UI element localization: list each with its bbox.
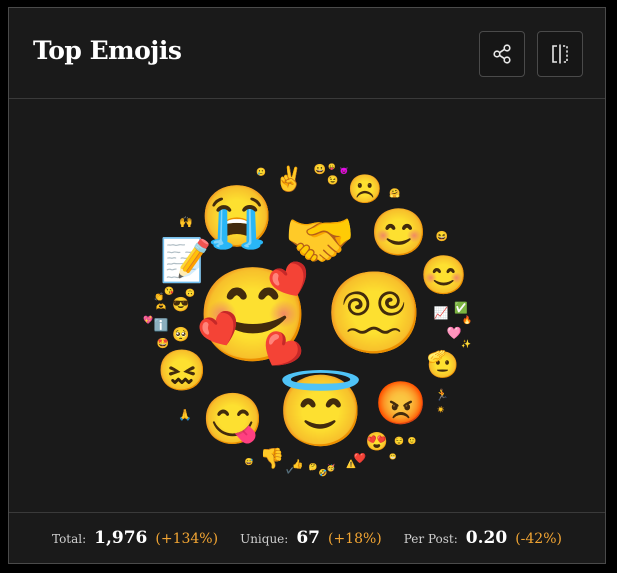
memo-icon: 📝 xyxy=(160,236,212,285)
stat-total-label: Total: xyxy=(52,532,87,546)
share-button[interactable] xyxy=(479,31,525,77)
face-blowing-a-kiss-icon: 😘 xyxy=(164,287,174,296)
sparkling-heart-icon: 💖 xyxy=(143,315,153,325)
check-mark-button-icon: ✅ xyxy=(454,302,468,315)
grinning-face-icon: 😀 xyxy=(314,164,326,176)
warning-icon: ⚠️ xyxy=(346,459,356,469)
chart-increasing-icon: 📈 xyxy=(434,306,449,320)
sparkles-icon: ✨ xyxy=(461,340,471,349)
star-struck-icon: 🤩 xyxy=(157,338,169,350)
information-icon: ℹ️ xyxy=(154,318,169,332)
frowning-face-icon: ☹️ xyxy=(348,173,383,206)
stat-unique-change: (+18%) xyxy=(327,531,382,547)
heart-hands-icon: 🫶 xyxy=(156,303,166,312)
face-with-tongue-icon: 😛 xyxy=(328,163,335,171)
card-title: Top Emojis xyxy=(33,36,182,65)
face-with-spiral-eyes-icon: 😵‍💫 xyxy=(324,267,424,360)
angry-face-icon: 😡 xyxy=(375,379,427,428)
stat-total-change: (+134%) xyxy=(155,531,219,547)
smiling-face-icon: 😊 xyxy=(420,253,467,297)
stats-footer: Total: 1,976 (+134%) Unique: 67 (+18%) P… xyxy=(9,513,605,563)
top-emojis-card: Top Emojis 🥰 😵‍💫 😇 😭 🤝 😊 😊 😋 😖 😡 📝 ☹️ ✌️ 🫡 😍 👎 🥺 😎 ℹ️ 🩷 📈 ✅ 🏃 🙏… xyxy=(8,7,606,564)
fire-icon: 🔥 xyxy=(462,315,472,325)
stat-total-value: 1,976 xyxy=(94,528,148,548)
stat-per-post-value: 0.20 xyxy=(465,528,508,548)
upside-down-face-icon: 🙃 xyxy=(185,289,195,298)
slightly-smiling-face-icon: 🙂 xyxy=(408,436,417,445)
stat-per-post: Per Post: 0.20 (-42%) xyxy=(404,528,562,548)
share-icon xyxy=(493,44,511,64)
thinking-face-icon: 🤔 xyxy=(309,462,318,471)
grinning-face-with-sweat-icon: 😅 xyxy=(245,457,254,466)
confounded-face-icon: 😖 xyxy=(157,348,207,394)
smiling-face-with-halo-icon: 😇 xyxy=(277,369,364,452)
thumbs-down-icon: 👎 xyxy=(260,446,285,470)
face-savoring-food-icon: 😋 xyxy=(202,390,264,448)
stat-per-post-label: Per Post: xyxy=(403,532,458,546)
folded-hands-icon: 🙏 xyxy=(178,409,192,422)
stat-unique-value: 67 xyxy=(296,528,320,548)
split-view-button[interactable] xyxy=(537,31,583,77)
raising-hands-icon: 🙌 xyxy=(179,216,193,229)
stat-unique: Unique: 67 (+18%) xyxy=(240,528,382,548)
grinning-squinting-face-icon: 😆 xyxy=(436,231,448,243)
pink-heart-icon: 🩷 xyxy=(447,326,462,340)
victory-hand-icon: ✌️ xyxy=(274,164,304,193)
clapping-hands-icon: 👏 xyxy=(154,292,164,302)
stat-per-post-change: (-42%) xyxy=(515,531,562,547)
smiling-face-with-tear-icon: 🥲 xyxy=(256,168,266,177)
smiling-face-with-smiling-eyes-icon: 😊 xyxy=(370,205,427,259)
relieved-face-icon: 😌 xyxy=(394,437,404,446)
check-mark-icon: ✔️ xyxy=(286,467,294,475)
smiling-face-with-horns-icon: 😈 xyxy=(340,166,349,175)
person-running-icon: 🏃 xyxy=(435,389,449,402)
winking-face-icon: 😉 xyxy=(327,175,338,186)
smiling-face-with-heart-eyes-icon: 😍 xyxy=(366,432,388,453)
emoji-cloud: 🥰 😵‍💫😇😭 🤝 😊😊😋😖😡📝☹️✌️🫡😍👎🥺😎ℹ️🩷📈 ✅🏃🙏🙌👏❤️👍😀🤩😉😆🥲🤗… xyxy=(143,163,472,478)
smiling-face-with-sunglasses-icon: 😎 xyxy=(172,296,189,313)
stat-total: Total: 1,976 (+134%) xyxy=(52,528,218,548)
smiling-face-with-hearts-icon: 🥰 xyxy=(196,260,311,369)
face-with-hand-over-mouth-icon: 🫡 xyxy=(427,349,459,380)
stat-unique-label: Unique: xyxy=(240,532,289,546)
thumbs-up-icon: 👍 xyxy=(292,458,303,470)
pleading-face-icon: 🥺 xyxy=(172,326,189,343)
partying-face-icon: 🥳 xyxy=(327,463,336,472)
split-view-icon xyxy=(552,44,568,64)
sun-icon: ☀️ xyxy=(437,406,445,414)
handshake-icon: 🤝 xyxy=(284,206,356,274)
beaming-face-icon: 😁 xyxy=(389,453,396,461)
hugging-face-icon: 🤗 xyxy=(389,188,400,199)
